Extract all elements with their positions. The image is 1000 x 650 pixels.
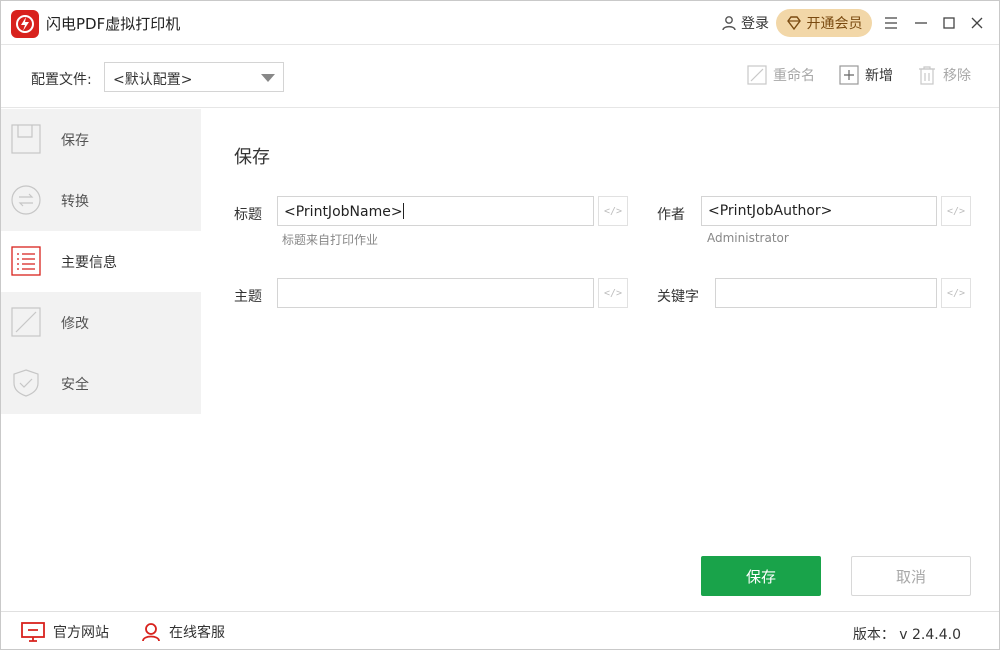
diamond-icon (786, 16, 801, 31)
close-button[interactable] (967, 13, 987, 33)
subject-field-label: 主题 (234, 289, 262, 305)
menu-button[interactable] (881, 13, 901, 33)
vip-label: 开通会员 (806, 16, 863, 32)
list-icon (11, 246, 41, 276)
maximize-icon (943, 17, 955, 29)
user-icon (722, 16, 736, 31)
title-bar: 闪电PDF虚拟打印机 登录 开通会员 (1, 1, 999, 45)
plus-icon (839, 65, 859, 85)
cancel-button[interactable]: 取消 (851, 556, 971, 596)
rename-label: 重命名 (773, 68, 815, 84)
edit-icon (11, 307, 41, 337)
sidebar-item-label: 保存 (61, 133, 89, 149)
app-title: 闪电PDF虚拟打印机 (46, 15, 181, 33)
app-window: 闪电PDF虚拟打印机 登录 开通会员 配置文件: <默认配置> 重命名 新增 移… (0, 0, 1000, 650)
trash-icon (919, 66, 935, 85)
subject-insert-token-button[interactable]: </> (598, 278, 628, 308)
login-label: 登录 (741, 16, 769, 32)
official-website-label: 官方网站 (53, 625, 109, 641)
text-caret (402, 203, 404, 219)
sidebar-item-convert[interactable]: 转换 (1, 170, 201, 231)
code-icon: </> (603, 205, 623, 217)
author-field-label: 作者 (657, 207, 685, 223)
version-label: 版本： v 2.4.4.0 (852, 627, 961, 643)
minimize-button[interactable] (911, 13, 931, 33)
support-user-icon (142, 623, 160, 642)
config-file-value: <默认配置> (113, 72, 193, 88)
title-input[interactable]: <PrintJobName> (277, 196, 594, 226)
title-field-label: 标题 (234, 207, 262, 223)
monitor-icon (21, 622, 45, 642)
convert-icon (11, 185, 41, 215)
config-file-select[interactable]: <默认配置> (104, 62, 284, 92)
sidebar-item-label: 转换 (61, 194, 89, 210)
maximize-button[interactable] (939, 13, 959, 33)
title-input-value: <PrintJobName> (284, 204, 403, 220)
keywords-insert-token-button[interactable]: </> (941, 278, 971, 308)
sidebar-item-security[interactable]: 安全 (1, 353, 201, 414)
config-file-label: 配置文件: (31, 72, 92, 88)
save-icon (11, 124, 41, 154)
code-icon: </> (946, 205, 966, 217)
code-icon: </> (946, 287, 966, 299)
section-title: 保存 (234, 147, 270, 168)
author-input-value: <PrintJobAuthor> (708, 203, 833, 219)
keywords-field-label: 关键字 (657, 289, 699, 305)
author-insert-token-button[interactable]: </> (941, 196, 971, 226)
main-panel: 保存 标题 <PrintJobName> </> 标题来自打印作业 作者 <Pr… (202, 109, 999, 611)
sidebar-item-label: 安全 (61, 377, 89, 393)
new-config-label: 新增 (865, 68, 893, 84)
title-insert-token-button[interactable]: </> (598, 196, 628, 226)
keywords-input[interactable] (715, 278, 937, 308)
shield-icon (11, 368, 41, 398)
title-hint: 标题来自打印作业 (282, 233, 379, 247)
remove-config-label: 移除 (943, 68, 971, 84)
save-button[interactable]: 保存 (701, 556, 821, 596)
footer-bar: 官方网站 在线客服 版本： v 2.4.4.0 (1, 611, 999, 649)
author-hint: Administrator (707, 231, 789, 245)
online-support-link[interactable]: 在线客服 (141, 622, 225, 642)
rename-button[interactable]: 重命名 (747, 65, 815, 85)
vip-button[interactable]: 开通会员 (776, 9, 872, 37)
hamburger-icon (885, 17, 897, 29)
minimize-icon (915, 22, 927, 24)
app-logo-icon (11, 10, 39, 38)
author-input[interactable]: <PrintJobAuthor> (701, 196, 937, 226)
close-icon (971, 17, 983, 29)
sidebar-item-main-info[interactable]: 主要信息 (1, 231, 201, 292)
rename-icon (747, 65, 767, 85)
subject-input[interactable] (277, 278, 594, 308)
config-toolbar: 配置文件: <默认配置> 重命名 新增 移除 (1, 45, 999, 108)
sidebar-item-edit[interactable]: 修改 (1, 292, 201, 353)
code-icon: </> (603, 287, 623, 299)
official-website-link[interactable]: 官方网站 (21, 622, 109, 642)
login-button[interactable]: 登录 (721, 13, 769, 33)
sidebar-item-label: 修改 (61, 316, 89, 332)
new-config-button[interactable]: 新增 (839, 65, 893, 85)
sidebar-item-save[interactable]: 保存 (1, 109, 201, 170)
online-support-label: 在线客服 (169, 625, 225, 641)
sidebar-item-label: 主要信息 (61, 255, 117, 271)
chevron-down-icon (261, 74, 275, 82)
sidebar: 保存 转换 主要信息 修改 安全 (1, 109, 201, 611)
remove-config-button[interactable]: 移除 (917, 65, 971, 85)
